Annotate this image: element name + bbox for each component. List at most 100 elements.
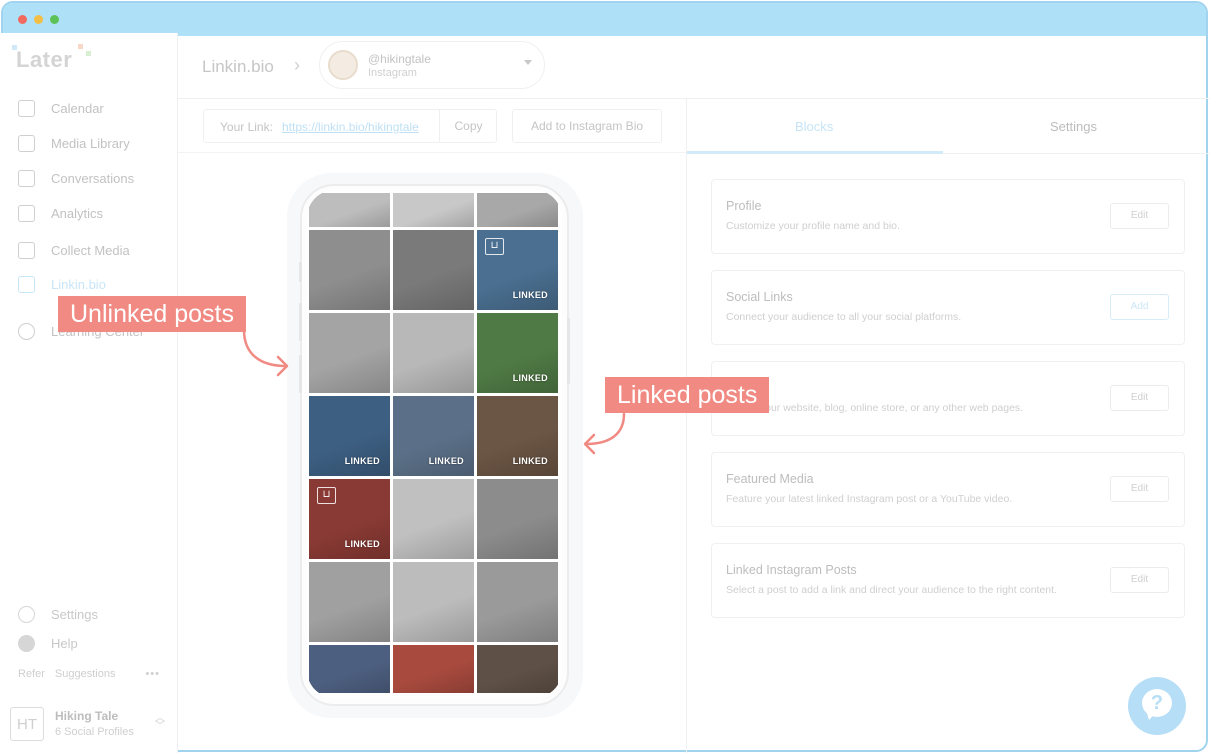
unlinked-posts-callout: Unlinked posts xyxy=(58,296,246,332)
account-selector[interactable]: @hikingtale Instagram xyxy=(319,41,545,89)
unlinked-post-tile[interactable] xyxy=(393,230,474,310)
settings-link[interactable]: Settings xyxy=(18,606,98,623)
unlinked-post-tile[interactable] xyxy=(477,562,558,642)
unlinked-post-tile[interactable] xyxy=(393,645,474,693)
phone-button xyxy=(299,262,302,282)
linked-instagram-posts-block-card: Linked Instagram Posts Select a post to … xyxy=(711,543,1185,618)
sidebar-item-linkin-bio[interactable]: Linkin.bio xyxy=(18,276,106,293)
tab-blocks[interactable]: Blocks xyxy=(795,119,833,134)
linked-badge: LINKED xyxy=(512,373,548,383)
linked-post-tile[interactable]: ⊔ LINKED xyxy=(309,479,390,559)
unlinked-post-tile[interactable] xyxy=(393,313,474,393)
later-logo[interactable]: Later xyxy=(12,44,91,73)
sidebar-item-label: Collect Media xyxy=(51,243,130,258)
panel-tabs: Blocks Settings xyxy=(687,99,1209,154)
image-icon xyxy=(18,135,35,152)
sidebar-item-label: Media Library xyxy=(51,136,130,151)
chevron-right-icon: › xyxy=(294,55,300,75)
account-avatar xyxy=(328,50,358,80)
add-to-instagram-bio-button[interactable]: Add to Instagram Bio xyxy=(512,109,662,143)
page-title: Linkin.bio xyxy=(202,57,274,76)
linked-post-tile[interactable]: LINKED xyxy=(477,396,558,476)
profile-name[interactable]: Hiking Tale xyxy=(55,709,118,723)
unlinked-post-tile[interactable] xyxy=(309,193,390,227)
edit-links-button[interactable]: Edit xyxy=(1110,385,1169,411)
sidebar-item-analytics[interactable]: Analytics xyxy=(18,205,103,222)
featured-media-block-card: Featured Media Feature your latest linke… xyxy=(711,452,1185,527)
card-title: Profile xyxy=(726,199,762,213)
link-bar: Your Link: https://linkin.bio/hikingtale… xyxy=(203,109,497,143)
sidebar-item-calendar[interactable]: Calendar xyxy=(18,100,104,117)
gear-icon xyxy=(18,606,35,623)
avatar-initials: HT xyxy=(17,715,37,733)
sidebar-item-collect-media[interactable]: Collect Media xyxy=(18,242,130,259)
sidebar-item-label: Calendar xyxy=(51,101,104,116)
linked-post-tile[interactable]: ⊔ LINKED xyxy=(477,230,558,310)
account-handle: @hikingtale xyxy=(368,52,431,66)
linked-badge: LINKED xyxy=(344,456,380,466)
unlinked-post-tile[interactable] xyxy=(477,479,558,559)
unlinked-post-tile[interactable] xyxy=(393,479,474,559)
card-description: Select a post to add a link and direct y… xyxy=(726,584,1057,596)
card-title: Linked Instagram Posts xyxy=(726,563,857,577)
account-network: Instagram xyxy=(368,67,417,79)
chevron-down-icon xyxy=(524,60,532,65)
download-icon xyxy=(18,242,35,259)
divider xyxy=(178,152,686,153)
links-block-card: Link to your website, blog, online store… xyxy=(711,361,1185,436)
linked-post-tile[interactable]: LINKED xyxy=(477,313,558,393)
suggestions-link[interactable]: Suggestions xyxy=(55,668,116,680)
refer-link[interactable]: Refer xyxy=(18,668,45,680)
phone-button xyxy=(299,355,302,393)
edit-linked-posts-button[interactable]: Edit xyxy=(1110,567,1169,593)
maximize-window-button[interactable] xyxy=(50,15,59,24)
minimize-window-button[interactable] xyxy=(34,15,43,24)
help-chat-button[interactable]: ? xyxy=(1128,677,1186,735)
linked-badge: LINKED xyxy=(512,290,548,300)
link-icon xyxy=(18,276,35,293)
more-options-icon[interactable]: ••• xyxy=(145,668,160,680)
card-description: Connect your audience to all your social… xyxy=(726,311,962,323)
phone-button xyxy=(299,303,302,341)
chat-icon xyxy=(18,170,35,187)
post-grid: ⊔ LINKED LINKED LINKED LINKED LINKED ⊔ LINKED xyxy=(309,193,560,693)
logo-dot xyxy=(78,44,83,49)
linked-post-tile[interactable]: LINKED xyxy=(393,396,474,476)
sidebar-item-media-library[interactable]: Media Library xyxy=(18,135,130,152)
unlinked-post-tile[interactable] xyxy=(477,645,558,693)
edit-profile-button[interactable]: Edit xyxy=(1110,203,1169,229)
tab-settings[interactable]: Settings xyxy=(1050,119,1097,134)
unlinked-post-tile[interactable] xyxy=(309,230,390,310)
sidebar-item-label: Analytics xyxy=(51,206,104,221)
sidebar-item-label: Linkin.bio xyxy=(51,277,106,292)
linked-badge: LINKED xyxy=(344,539,380,549)
edit-featured-media-button[interactable]: Edit xyxy=(1110,476,1169,502)
profile-count: 6 Social Profiles xyxy=(55,726,134,738)
instagram-grid-preview: ⊔ LINKED LINKED LINKED LINKED LINKED ⊔ LINKED xyxy=(307,190,562,698)
copy-button[interactable]: Copy xyxy=(439,110,497,142)
unlinked-post-tile[interactable] xyxy=(309,562,390,642)
refer-row: Refer Suggestions ••• xyxy=(18,668,160,680)
unlinked-arrow-icon xyxy=(242,328,289,377)
close-window-button[interactable] xyxy=(18,15,27,24)
unlinked-post-tile[interactable] xyxy=(309,313,390,393)
sidebar: Later Calendar Media Library Conversatio… xyxy=(0,33,178,753)
unlinked-post-tile[interactable] xyxy=(393,193,474,227)
sidebar-item-conversations[interactable]: Conversations xyxy=(18,170,134,187)
profile-switcher-icon[interactable]: ︿ ﹀ xyxy=(155,714,165,732)
unlinked-post-tile[interactable] xyxy=(309,645,390,693)
unlinked-post-tile[interactable] xyxy=(393,562,474,642)
page-header: Linkin.bio › @hikingtale Instagram xyxy=(178,33,1209,99)
linked-badge: LINKED xyxy=(512,456,548,466)
help-label: Help xyxy=(51,636,78,651)
unlinked-post-tile[interactable] xyxy=(477,193,558,227)
help-link[interactable]: Help xyxy=(18,635,78,652)
linked-post-tile[interactable]: LINKED xyxy=(309,396,390,476)
avatar[interactable]: HT xyxy=(10,707,44,741)
card-description: Feature your latest linked Instagram pos… xyxy=(726,493,1013,505)
settings-label: Settings xyxy=(51,607,98,622)
calendar-icon xyxy=(18,100,35,117)
title-bar xyxy=(3,3,1206,36)
add-social-links-button[interactable]: Add xyxy=(1110,294,1169,320)
linkinbio-url[interactable]: https://linkin.bio/hikingtale xyxy=(282,120,438,134)
